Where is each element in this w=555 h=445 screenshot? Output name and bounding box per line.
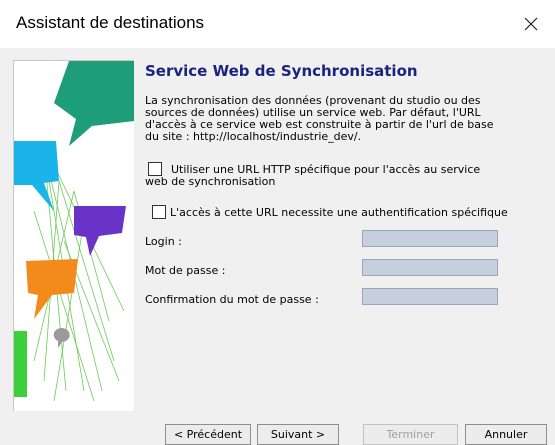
auth-required-label: L'accès à cette URL necessite une authen… bbox=[170, 206, 508, 219]
previous-button[interactable]: < Précédent bbox=[165, 424, 251, 445]
cancel-button[interactable]: Annuler bbox=[465, 424, 547, 445]
close-icon bbox=[524, 17, 538, 31]
confirm-password-label: Confirmation du mot de passe : bbox=[145, 293, 319, 306]
specific-url-label: Utiliser une URL HTTP spécifique pour l'… bbox=[145, 163, 481, 188]
page-description: La synchronisation des données (provenan… bbox=[145, 94, 494, 143]
title-bar: Assistant de destinations bbox=[0, 0, 555, 48]
next-button[interactable]: Suivant > bbox=[257, 424, 339, 445]
close-button[interactable] bbox=[507, 0, 555, 48]
wizard-banner-image bbox=[13, 60, 134, 411]
finish-button[interactable]: Terminer bbox=[363, 424, 458, 445]
confirm-password-field[interactable] bbox=[362, 288, 498, 305]
password-label: Mot de passe : bbox=[145, 264, 226, 277]
page-heading: Service Web de Synchronisation bbox=[145, 62, 418, 80]
window-title: Assistant de destinations bbox=[16, 13, 205, 32]
banner-illustration bbox=[14, 61, 134, 402]
password-field[interactable] bbox=[362, 259, 498, 276]
login-label: Login : bbox=[145, 235, 182, 248]
login-field[interactable] bbox=[362, 230, 498, 247]
auth-required-checkbox[interactable] bbox=[152, 205, 166, 219]
